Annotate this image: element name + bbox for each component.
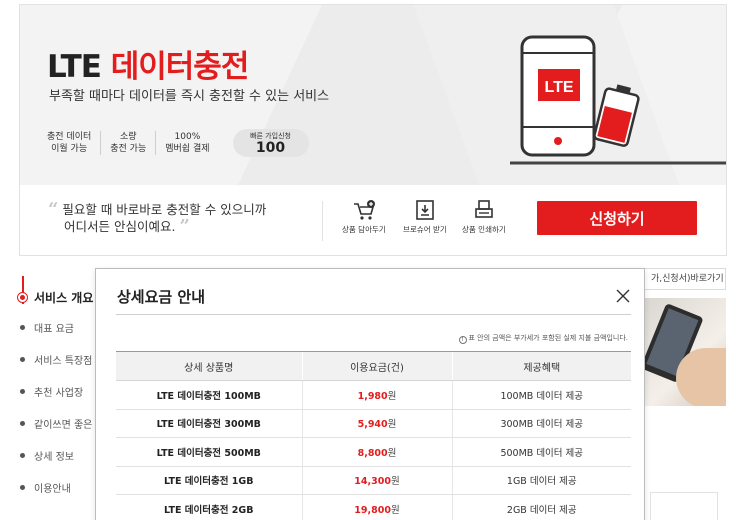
table-row: LTE 데이터충전 500MB 8,800원 500MB 데이터 제공 bbox=[116, 437, 631, 467]
modal-title: 상세요금 안내 bbox=[117, 288, 206, 306]
cart-add-icon bbox=[353, 200, 375, 220]
side-nav-dot bbox=[20, 325, 25, 330]
price-cell: 14,300원 bbox=[301, 466, 452, 495]
background-panel bbox=[650, 492, 718, 520]
side-nav-dot bbox=[20, 421, 25, 426]
column-header-name: 상세 상품명 bbox=[116, 351, 302, 381]
side-nav-dot bbox=[20, 485, 25, 490]
product-hero: LTE 데이터충전 부족할 때마다 데이터를 즉시 충전할 수 있는 서비스 충… bbox=[20, 5, 726, 185]
page-title: LTE 데이터충전 bbox=[47, 41, 250, 86]
product-name-cell: LTE 데이터충전 500MB bbox=[116, 437, 302, 467]
modal-divider bbox=[116, 314, 631, 315]
vat-notice: ! 표 안의 금액은 부가세가 포함된 실제 지불 금액입니다. bbox=[458, 333, 628, 344]
column-header-benefit: 제공혜택 bbox=[451, 351, 631, 381]
feature-list: 충전 데이터 이월 가능 소량 충전 가능 100% 멤버쉽 결제 빠른 가입신… bbox=[47, 129, 309, 157]
pricing-modal: 상세요금 안내 ! 표 안의 금액은 부가세가 포함된 실제 지불 금액입니다. … bbox=[95, 268, 645, 520]
pricing-table: 상세 상품명 이용요금(건) 제공혜택 LTE 데이터충전 100MB 1,98… bbox=[116, 351, 631, 520]
title-highlight: 데이터충전 bbox=[110, 49, 250, 85]
testimonial-quote: “ 필요할 때 바로바로 충전할 수 있으니까 어디서든 안심이예요. ” bbox=[48, 199, 267, 237]
save-product-button[interactable]: 상품 담아두기 bbox=[342, 199, 386, 235]
price-cell: 1,980원 bbox=[301, 380, 452, 410]
illustration-label: LTE bbox=[544, 79, 573, 96]
divider bbox=[322, 201, 323, 241]
side-nav-dot bbox=[18, 293, 27, 302]
benefit-cell: 2GB 데이터 제공 bbox=[451, 494, 631, 520]
product-name-cell: LTE 데이터충전 1GB bbox=[116, 466, 302, 495]
product-name-cell: LTE 데이터충전 100MB bbox=[116, 380, 302, 410]
quick-signup-number: 100 bbox=[255, 140, 286, 156]
page-subtitle: 부족할 때마다 데이터를 즉시 충전할 수 있는 서비스 bbox=[49, 89, 330, 104]
product-name-cell: LTE 데이터충전 300MB bbox=[116, 409, 302, 438]
table-row: LTE 데이터충전 300MB 5,940원 300MB 데이터 제공 bbox=[116, 409, 631, 438]
column-header-price: 이용요금(건) bbox=[301, 351, 452, 381]
table-row: LTE 데이터충전 2GB 19,800원 2GB 데이터 제공 bbox=[116, 494, 631, 520]
title-prefix: LTE bbox=[47, 49, 102, 85]
side-nav-dot bbox=[20, 357, 25, 362]
side-nav-dot bbox=[20, 389, 25, 394]
apply-button[interactable]: 신청하기 bbox=[537, 201, 697, 235]
table-row: LTE 데이터충전 1GB 14,300원 1GB 데이터 제공 bbox=[116, 466, 631, 495]
product-name-cell: LTE 데이터충전 2GB bbox=[116, 494, 302, 520]
price-cell: 5,940원 bbox=[301, 409, 452, 438]
product-card: LTE 데이터충전 부족할 때마다 데이터를 즉시 충전할 수 있는 서비스 충… bbox=[19, 4, 727, 256]
benefit-cell: 500MB 데이터 제공 bbox=[451, 437, 631, 467]
feature-item: 소량 충전 가능 bbox=[101, 131, 157, 155]
price-cell: 8,800원 bbox=[301, 437, 452, 467]
printer-icon bbox=[475, 200, 493, 218]
quick-signup-badge: 빠른 가입신청 100 bbox=[232, 129, 309, 157]
feature-item: 충전 데이터 이월 가능 bbox=[47, 131, 102, 155]
brochure-download-button[interactable]: 브로슈어 받기 bbox=[403, 199, 447, 235]
phone-battery-illustration: LTE bbox=[510, 35, 726, 165]
benefit-cell: 1GB 데이터 제공 bbox=[451, 466, 631, 495]
table-header-row: 상세 상품명 이용요금(건) 제공혜택 bbox=[116, 351, 631, 381]
price-cell: 19,800원 bbox=[301, 494, 452, 520]
download-icon bbox=[416, 200, 434, 220]
quote-close-mark: ” bbox=[179, 216, 190, 237]
side-nav-dot bbox=[20, 453, 25, 458]
quote-open-mark: “ bbox=[48, 199, 59, 220]
table-row: LTE 데이터충전 100MB 1,980원 100MB 데이터 제공 bbox=[116, 380, 631, 410]
benefit-cell: 300MB 데이터 제공 bbox=[451, 409, 631, 438]
feature-item: 100% 멤버쉽 결제 bbox=[165, 132, 210, 154]
close-icon[interactable] bbox=[616, 289, 630, 303]
promo-photo bbox=[640, 298, 726, 406]
info-icon: ! bbox=[458, 336, 467, 344]
print-product-button[interactable]: 상품 인쇄하기 bbox=[462, 199, 506, 235]
benefit-cell: 100MB 데이터 제공 bbox=[451, 380, 631, 410]
